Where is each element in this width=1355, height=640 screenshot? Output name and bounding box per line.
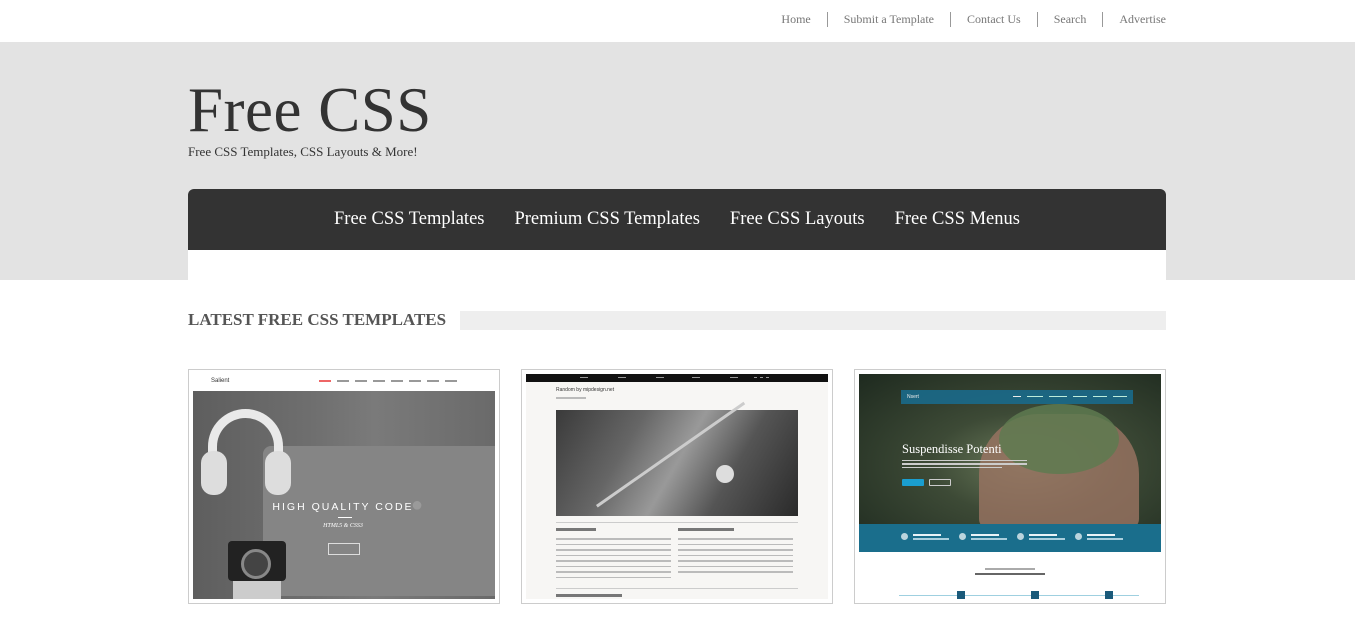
thumb-hero-secondary-button xyxy=(929,479,951,486)
thumb-hero-title: Suspendisse Potenti xyxy=(902,442,1002,456)
thumb-column-heading-left xyxy=(556,528,596,531)
grass-stem xyxy=(596,401,746,508)
template-card-random[interactable]: Random by mipdesign.net xyxy=(521,369,833,604)
latest-templates-heading: LATEST FREE CSS TEMPLATES xyxy=(188,310,1166,330)
laptop-shape xyxy=(263,446,495,596)
thumb-caption xyxy=(985,568,1035,570)
thumb-hero-primary-button xyxy=(902,479,924,486)
thumb-logo: Salient xyxy=(211,378,230,384)
thumb-hero-subtitle: HTML5 & CSS3 xyxy=(323,523,363,529)
thumb-hero-title: HIGH QUALITY CODE xyxy=(272,501,414,513)
template-card-nsert[interactable]: Nsert Suspendisse Potenti xyxy=(854,369,1166,604)
thumb-section-heading xyxy=(556,594,622,597)
thumb-menu xyxy=(319,380,457,382)
main-nav-premium-css-templates[interactable]: Premium CSS Templates xyxy=(499,209,714,230)
top-nav-advertise[interactable]: Advertise xyxy=(1102,12,1166,27)
template-thumbnail[interactable]: Salient ● HIGH QUALITY CODE HTML5 & CSS3 xyxy=(193,374,495,599)
thumb-hero-divider xyxy=(338,517,352,518)
main-nav: Free CSS Templates Premium CSS Templates… xyxy=(188,189,1166,250)
template-card-salient[interactable]: Salient ● HIGH QUALITY CODE HTML5 & CSS3 xyxy=(188,369,500,604)
thumb-heading xyxy=(975,573,1045,575)
camera-lens xyxy=(241,549,271,579)
thumb-subtitle xyxy=(556,397,586,399)
main-nav-free-css-layouts[interactable]: Free CSS Layouts xyxy=(715,209,880,230)
thumb-hero-image: ● HIGH QUALITY CODE HTML5 & CSS3 xyxy=(193,391,495,599)
top-nav: Home Submit a Template Contact Us Search… xyxy=(765,12,1166,27)
headphone-cup-right xyxy=(265,451,291,495)
thumb-column-heading-right xyxy=(678,528,734,531)
thumb-title: Random by mipdesign.net xyxy=(556,387,615,393)
thumb-text-left xyxy=(556,538,671,582)
top-nav-search[interactable]: Search xyxy=(1036,12,1103,27)
thumb-top-bar xyxy=(526,374,828,382)
template-thumbnail[interactable]: Nsert Suspendisse Potenti xyxy=(859,374,1161,599)
thumb-header: Salient xyxy=(193,374,495,391)
thumb-feature-image xyxy=(556,401,798,516)
section-title: LATEST FREE CSS TEMPLATES xyxy=(188,310,447,329)
thumb-navbar: Nsert xyxy=(901,390,1133,404)
top-bar: Home Submit a Template Contact Us Search… xyxy=(0,0,1355,42)
thumb-text-right xyxy=(678,538,793,577)
top-nav-submit-template[interactable]: Submit a Template xyxy=(826,12,950,27)
section-rule xyxy=(460,310,1166,330)
nav-subbar xyxy=(188,250,1166,280)
thumb-hero-button xyxy=(328,543,360,555)
thumb-divider-2 xyxy=(556,588,798,589)
site-title[interactable]: Free CSS xyxy=(188,75,432,145)
thumb-divider xyxy=(556,522,798,523)
top-nav-home[interactable]: Home xyxy=(765,12,826,27)
bokeh-light xyxy=(716,465,734,483)
site-tagline: Free CSS Templates, CSS Layouts & More! xyxy=(188,144,418,159)
thumb-hero-text xyxy=(902,460,1027,470)
main-nav-free-css-templates[interactable]: Free CSS Templates xyxy=(319,209,499,230)
headphone-cup-left xyxy=(201,451,227,495)
thumb-info-strip xyxy=(859,524,1161,552)
top-nav-contact-us[interactable]: Contact Us xyxy=(950,12,1037,27)
thumb-tabs xyxy=(899,591,1139,599)
thumb-logo: Nsert xyxy=(907,394,919,400)
template-thumbnail[interactable]: Random by mipdesign.net xyxy=(526,374,828,599)
camera-stand xyxy=(233,581,281,599)
thumb-hero-image: Nsert Suspendisse Potenti xyxy=(859,374,1161,529)
main-nav-free-css-menus[interactable]: Free CSS Menus xyxy=(880,209,1035,230)
